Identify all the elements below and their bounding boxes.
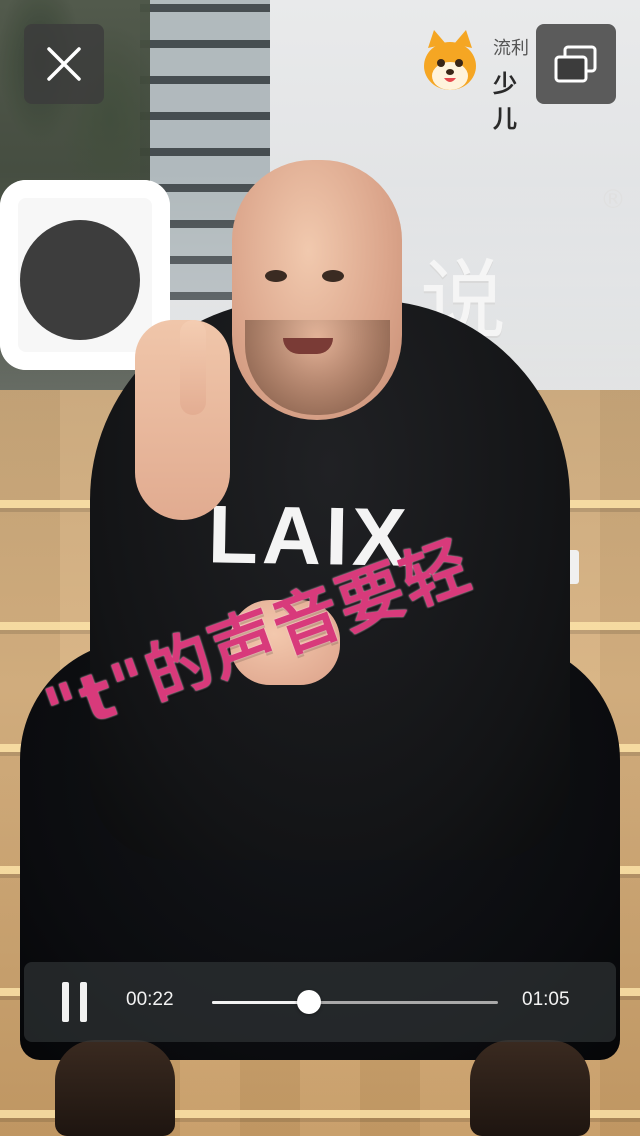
right-shoe	[470, 1040, 590, 1136]
brand-name-line1: 流利	[493, 38, 529, 59]
seek-bar[interactable]	[212, 990, 498, 1014]
brand-logo: 流利 少儿	[420, 28, 540, 133]
picture-in-picture-icon	[553, 44, 599, 84]
fox-mascot-icon	[424, 30, 476, 90]
left-shoe	[55, 1040, 175, 1136]
presenter-eye-right	[322, 270, 344, 282]
brand-name-line2: 少儿	[493, 70, 517, 133]
seek-bar-progress	[212, 1001, 310, 1004]
seek-bar-handle[interactable]	[297, 990, 322, 1014]
picture-in-picture-button[interactable]	[536, 24, 616, 104]
pause-icon-bar-right	[80, 982, 87, 1022]
presenter-eye-left	[265, 270, 287, 282]
total-time: 01:05	[522, 989, 570, 1010]
current-time: 00:22	[126, 989, 174, 1010]
pause-button[interactable]	[60, 982, 90, 1022]
player-control-bar: 00:22 01:05	[24, 962, 616, 1042]
close-button[interactable]	[24, 24, 104, 104]
presenter-index-finger	[180, 320, 206, 415]
close-icon	[44, 44, 84, 84]
pause-icon-bar-left	[62, 982, 69, 1022]
